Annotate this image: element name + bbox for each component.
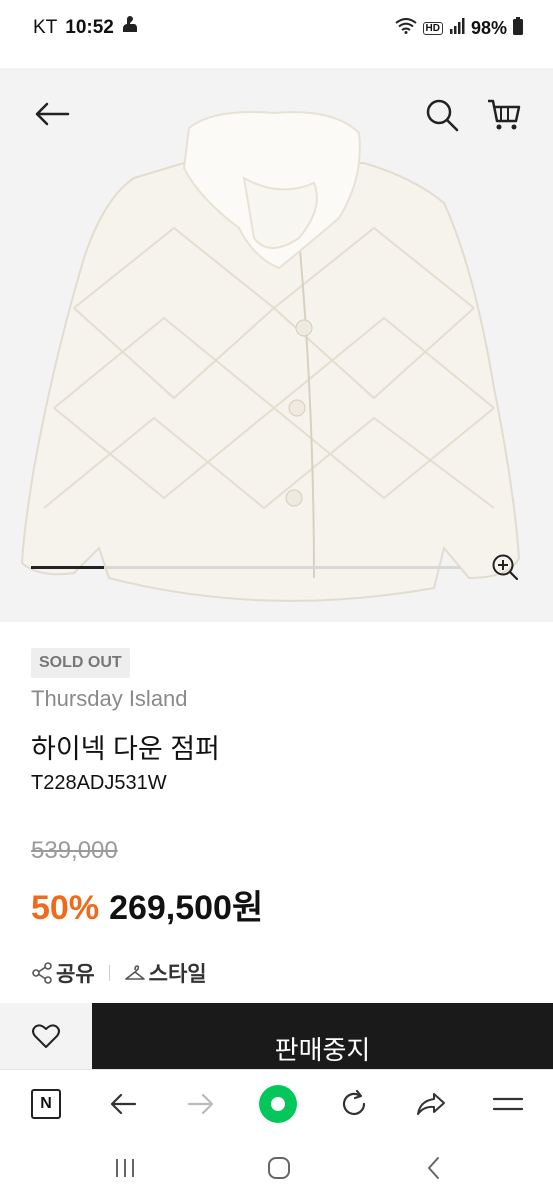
chevron-left-icon xyxy=(428,1157,439,1179)
browser-toolbar: N xyxy=(0,1069,553,1139)
green-dot-button[interactable] xyxy=(258,1084,298,1124)
battery-icon xyxy=(513,16,523,40)
zoom-button[interactable] xyxy=(488,550,522,584)
status-right: HD 98% xyxy=(394,16,523,40)
search-button[interactable] xyxy=(420,93,464,137)
arrow-left-icon xyxy=(35,102,70,126)
arrow-right-icon xyxy=(187,1093,214,1115)
recent-apps-icon xyxy=(116,1159,134,1177)
share-arrow-icon xyxy=(417,1093,445,1115)
product-gallery[interactable] xyxy=(0,68,553,622)
carrier-label: KT xyxy=(33,17,58,38)
sold-out-badge: SOLD OUT xyxy=(31,648,130,678)
action-divider xyxy=(108,965,110,981)
back-nav-button[interactable] xyxy=(414,1153,454,1183)
refresh-icon xyxy=(342,1089,366,1116)
sales-stopped-button[interactable]: 판매중지 xyxy=(92,1003,553,1069)
browser-forward-button[interactable] xyxy=(181,1084,221,1124)
wifi-icon xyxy=(394,17,417,39)
share-label: 공유 xyxy=(56,963,95,986)
home-circle-icon xyxy=(268,1157,290,1179)
heart-icon xyxy=(32,1024,60,1048)
share-page-button[interactable] xyxy=(411,1084,451,1124)
menu-button[interactable] xyxy=(488,1084,528,1124)
hd-badge: HD xyxy=(422,21,443,35)
style-label: 스타일 xyxy=(148,963,207,986)
brand-link[interactable]: Thursday Island xyxy=(31,686,188,712)
status-left: KT 10:52 xyxy=(33,16,138,40)
product-image xyxy=(20,111,521,602)
arrow-left-icon xyxy=(110,1093,137,1115)
purchase-bar: 판매중지 xyxy=(0,1003,553,1069)
cart-button[interactable] xyxy=(482,93,526,137)
style-button[interactable]: 스타일 xyxy=(124,958,207,988)
product-model-code: T228ADJ531W xyxy=(31,772,167,794)
discount-rate: 50% xyxy=(31,889,100,927)
recent-apps-button[interactable] xyxy=(105,1153,145,1183)
status-bar: KT 10:52 HD 98% xyxy=(0,0,553,56)
wishlist-button[interactable] xyxy=(0,1003,92,1069)
zoom-in-icon xyxy=(492,554,519,581)
clock: 10:52 xyxy=(65,17,114,38)
gallery-progress-fill xyxy=(31,566,105,569)
hamburger-menu-icon xyxy=(493,1097,523,1111)
naver-home-icon: N xyxy=(31,1089,61,1119)
gallery-header xyxy=(0,68,553,162)
share-button[interactable]: 공유 xyxy=(31,958,95,988)
home-letter: N xyxy=(40,1095,52,1112)
original-price: 539,000 xyxy=(31,837,118,864)
product-actions: 공유 스타일 xyxy=(31,958,207,988)
browser-back-button[interactable] xyxy=(103,1084,143,1124)
cart-icon xyxy=(488,99,521,130)
system-navigation-bar xyxy=(0,1139,553,1200)
signal-icon xyxy=(449,17,465,39)
back-button[interactable] xyxy=(30,96,74,132)
search-icon xyxy=(426,99,459,132)
share-icon xyxy=(32,962,52,984)
hanger-icon xyxy=(124,965,145,980)
green-dot-icon xyxy=(259,1085,297,1123)
sale-price-row: 50% 269,500원 xyxy=(31,880,263,929)
home-button[interactable]: N xyxy=(26,1084,66,1124)
product-title: 하이넥 다운 점퍼 xyxy=(31,734,220,764)
notification-icon xyxy=(122,16,138,40)
sale-price: 269,500원 xyxy=(109,889,264,927)
home-nav-button[interactable] xyxy=(259,1153,299,1183)
refresh-button[interactable] xyxy=(334,1084,374,1124)
gallery-progress xyxy=(31,566,461,569)
battery-label: 98% xyxy=(470,17,507,38)
